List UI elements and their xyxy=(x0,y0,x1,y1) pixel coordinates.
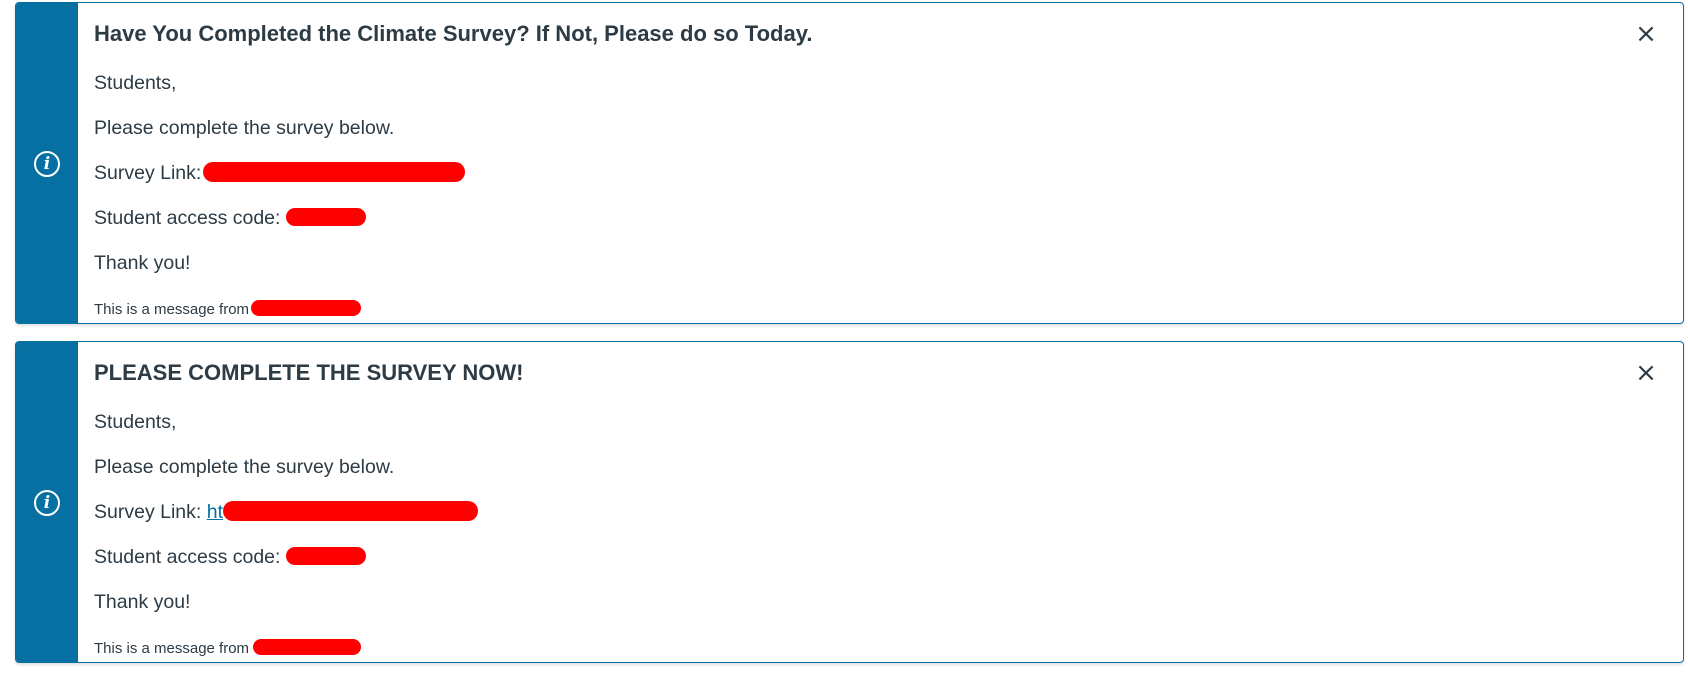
redacted-access-code xyxy=(285,207,366,226)
alert-title: Have You Completed the Climate Survey? I… xyxy=(94,21,813,46)
close-icon[interactable]: × xyxy=(1631,19,1661,49)
survey-link-row: Survey Link: ht xyxy=(94,500,478,524)
thanks-text: Thank you! xyxy=(94,591,191,613)
redacted-survey-link[interactable] xyxy=(203,161,466,182)
announcement-alert: i Have You Completed the Climate Survey?… xyxy=(15,2,1684,324)
survey-link-row: Survey Link: xyxy=(94,161,466,185)
info-icon: i xyxy=(34,151,60,177)
survey-link[interactable]: ht xyxy=(207,500,478,523)
survey-link-label: Survey Link: xyxy=(94,501,202,523)
footer-label: This is a message from xyxy=(94,640,250,657)
alert-footer: This is a message from xyxy=(94,639,362,657)
instruction-text: Please complete the survey below. xyxy=(94,456,395,478)
alert-footer: This is a message from xyxy=(94,300,362,318)
redacted-sender xyxy=(251,300,362,317)
alert-title: PLEASE COMPLETE THE SURVEY NOW! xyxy=(94,360,524,385)
redacted-sender xyxy=(253,639,362,656)
access-code-label: Student access code: xyxy=(94,546,281,568)
footer-label: This is a message from xyxy=(94,301,250,318)
access-code-row: Student access code: xyxy=(94,207,366,230)
info-icon: i xyxy=(34,490,60,516)
redacted-survey-link[interactable] xyxy=(223,500,478,521)
thanks-text: Thank you! xyxy=(94,252,191,274)
access-code-label: Student access code: xyxy=(94,207,281,229)
greeting-text: Students, xyxy=(94,72,177,94)
instruction-text: Please complete the survey below. xyxy=(94,117,395,139)
alert-sidebar: i xyxy=(16,3,78,323)
access-code-row: Student access code: xyxy=(94,546,366,569)
redacted-access-code xyxy=(285,546,366,565)
survey-link-label: Survey Link: xyxy=(94,162,202,184)
alert-sidebar: i xyxy=(16,342,78,662)
announcement-alert: i PLEASE COMPLETE THE SURVEY NOW! Studen… xyxy=(15,341,1684,663)
greeting-text: Students, xyxy=(94,411,177,433)
close-icon[interactable]: × xyxy=(1631,358,1661,388)
survey-link-text[interactable]: ht xyxy=(207,501,223,523)
